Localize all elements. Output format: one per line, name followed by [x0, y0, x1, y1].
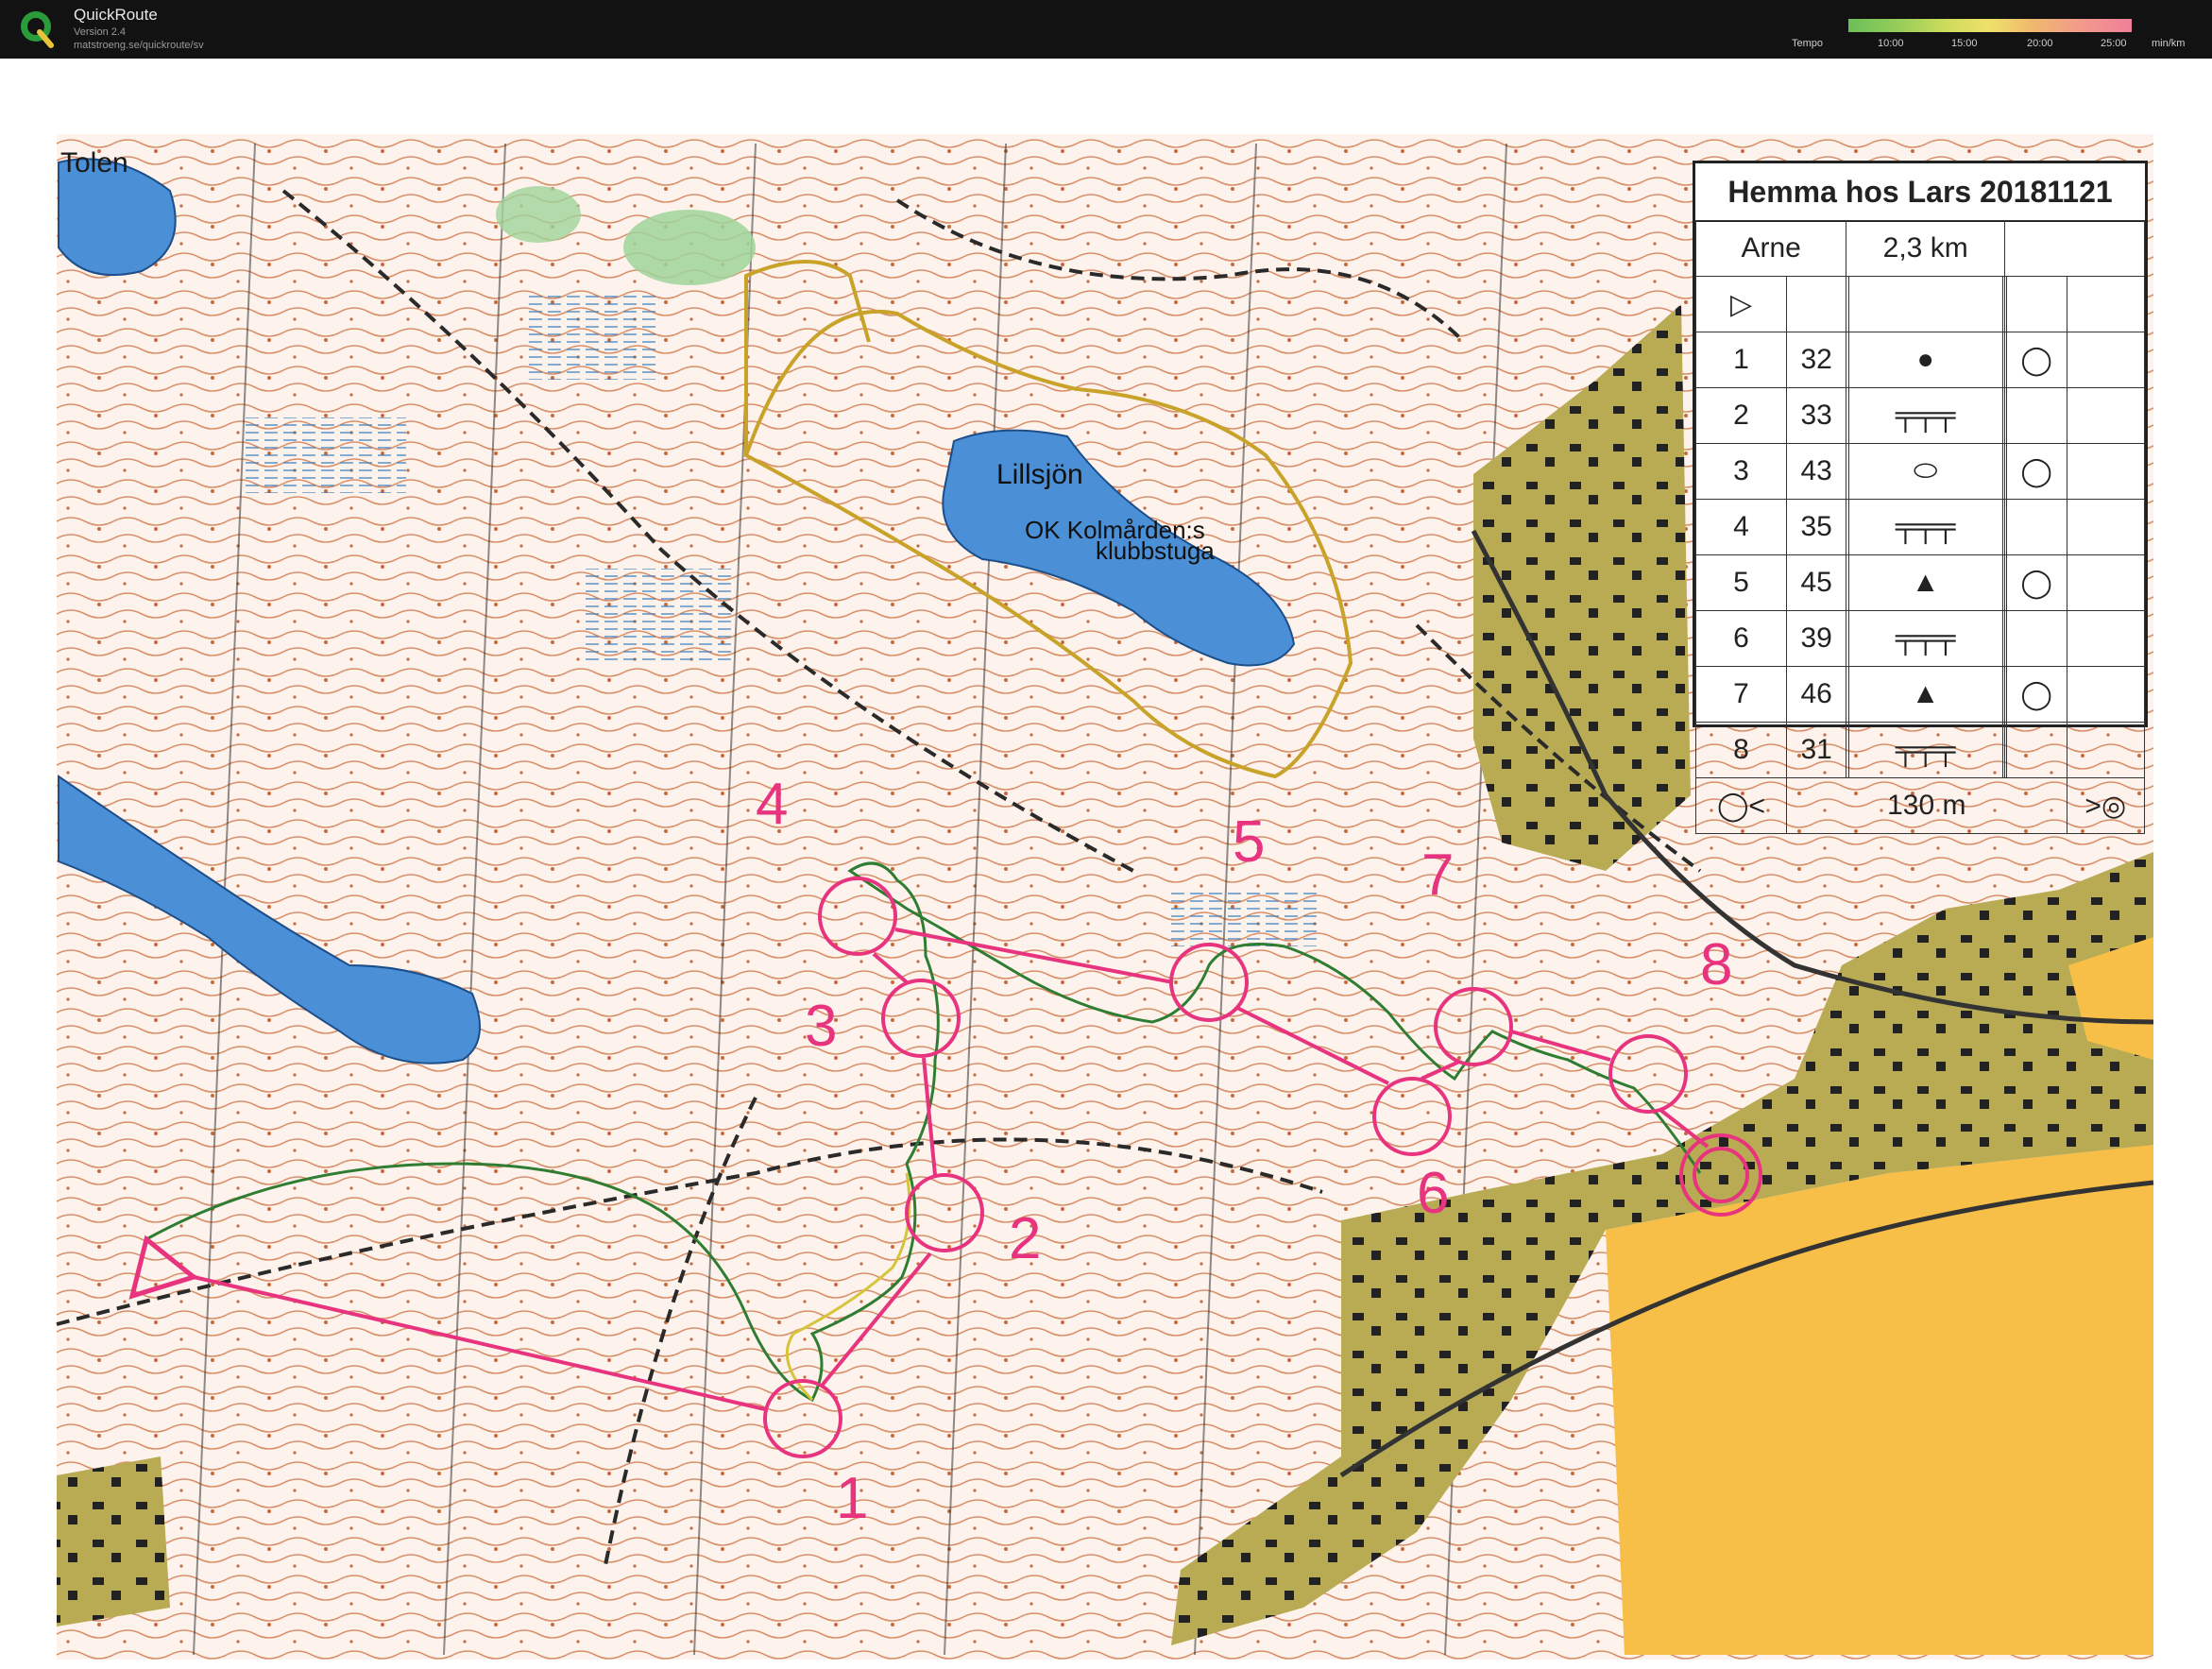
boulder-icon: ▲: [1847, 666, 2003, 723]
cliff-icon: ╤╤╤: [1847, 610, 2003, 667]
start-row: ▷: [1695, 276, 2146, 332]
control-num: 4: [1695, 499, 1787, 555]
table-row: 5 45 ▲ ◯: [1695, 554, 2146, 611]
control-num: 3: [1695, 443, 1787, 500]
control-num: 1: [1695, 332, 1787, 388]
location-top-icon: ◯: [2005, 666, 2067, 723]
app-url: matstroeng.se/quickroute/sv: [74, 40, 204, 51]
app-title: QuickRoute: [74, 6, 158, 24]
quickroute-logo-icon: [21, 11, 54, 48]
control-code: 32: [1785, 332, 1847, 388]
control-number-3: 3: [805, 994, 837, 1059]
course-length: 2,3 km: [1846, 220, 2006, 277]
control-code: 45: [1785, 554, 1847, 611]
control-number-5: 5: [1233, 809, 1265, 875]
control-code: 31: [1785, 722, 1847, 778]
marsh-area: [529, 295, 661, 380]
event-title: Hemma hos Lars 20181121: [1695, 163, 2145, 222]
marsh-area: [586, 569, 737, 663]
marsh-area: [246, 417, 406, 493]
control-number-1: 1: [836, 1466, 868, 1531]
app-version: Version 2.4: [74, 26, 127, 38]
control-num: 8: [1695, 722, 1787, 778]
tempo-tick: 15:00: [1951, 38, 1978, 49]
finish-icon: >◎: [2066, 777, 2146, 834]
control-number-4: 4: [756, 772, 788, 837]
vegetation-area: [496, 186, 581, 243]
tempo-label: Tempo: [1792, 38, 1824, 49]
tempo-tick: 10:00: [1878, 38, 1904, 49]
tempo-tick: 20:00: [2027, 38, 2053, 49]
description-table: Arne 2,3 km ▷ 1 32 ● ◯ 2 33 ╤╤╤ 3 43 ⬭ ◯…: [1694, 220, 2146, 834]
urban-area: [57, 1456, 170, 1626]
marsh-area: [1171, 890, 1322, 946]
location-corner-icon: ◯: [2005, 443, 2067, 500]
class-row: Arne 2,3 km: [1694, 220, 2145, 277]
knoll-icon: ⬭: [1847, 443, 2003, 500]
tempo-tick: 25:00: [2101, 38, 2127, 49]
table-row: 4 35 ╤╤╤: [1695, 499, 2146, 555]
control-code: 43: [1785, 443, 1847, 500]
table-row: 6 39 ╤╤╤: [1695, 610, 2146, 667]
dot-feature-icon: ●: [1847, 332, 2003, 388]
location-side-icon: ◯: [2005, 554, 2067, 611]
orienteering-map[interactable]: Tolen Lillsjön OK Kolmården:s klubbstuga…: [0, 59, 2212, 1669]
control-num: 6: [1695, 610, 1787, 667]
open-land-area: [1606, 1145, 2153, 1655]
location-top-icon: ◯: [2005, 332, 2067, 388]
vegetation-area: [623, 210, 756, 285]
control-code: 35: [1785, 499, 1847, 555]
control-code: 46: [1785, 666, 1847, 723]
table-row: 7 46 ▲ ◯: [1695, 666, 2146, 723]
cliff-icon: ╤╤╤: [1847, 722, 2003, 778]
control-num: 7: [1695, 666, 1787, 723]
finish-start-icon: ◯<: [1695, 777, 1787, 834]
finish-row: ◯< 130 m >◎: [1695, 777, 2146, 834]
tempo-unit: min/km: [2152, 38, 2186, 49]
cliff-icon: ╤╤╤: [1847, 499, 2003, 555]
table-row: 3 43 ⬭ ◯: [1695, 443, 2146, 500]
cliff-icon: ╤╤╤: [1847, 387, 2003, 444]
control-description-sheet: Hemma hos Lars 20181121 Arne 2,3 km ▷ 1 …: [1693, 161, 2148, 834]
control-code: 39: [1785, 610, 1847, 667]
app-header: QuickRoute Version 2.4 matstroeng.se/qui…: [0, 0, 2212, 59]
control-num: 2: [1695, 387, 1787, 444]
table-row: 2 33 ╤╤╤: [1695, 387, 2146, 444]
table-row: 8 31 ╤╤╤: [1695, 722, 2146, 778]
tempo-color-scale: [1848, 19, 2132, 32]
label-lillsjon: Lillsjön: [996, 459, 1083, 490]
control-number-2: 2: [1009, 1206, 1041, 1271]
control-code: 33: [1785, 387, 1847, 444]
control-number-8: 8: [1700, 932, 1732, 997]
label-clubhouse-line2: klubbstuga: [1096, 536, 1215, 565]
finish-distance: 130 m: [1785, 777, 2067, 834]
start-triangle-icon: ▷: [1695, 276, 1787, 332]
control-number-6: 6: [1417, 1161, 1449, 1226]
class-name: Arne: [1694, 220, 1847, 277]
table-row: 1 32 ● ◯: [1695, 332, 2146, 388]
control-num: 5: [1695, 554, 1787, 611]
label-tolen: Tolen: [60, 147, 128, 179]
boulder-icon: ▲: [1847, 554, 2003, 611]
control-number-7: 7: [1421, 843, 1454, 908]
